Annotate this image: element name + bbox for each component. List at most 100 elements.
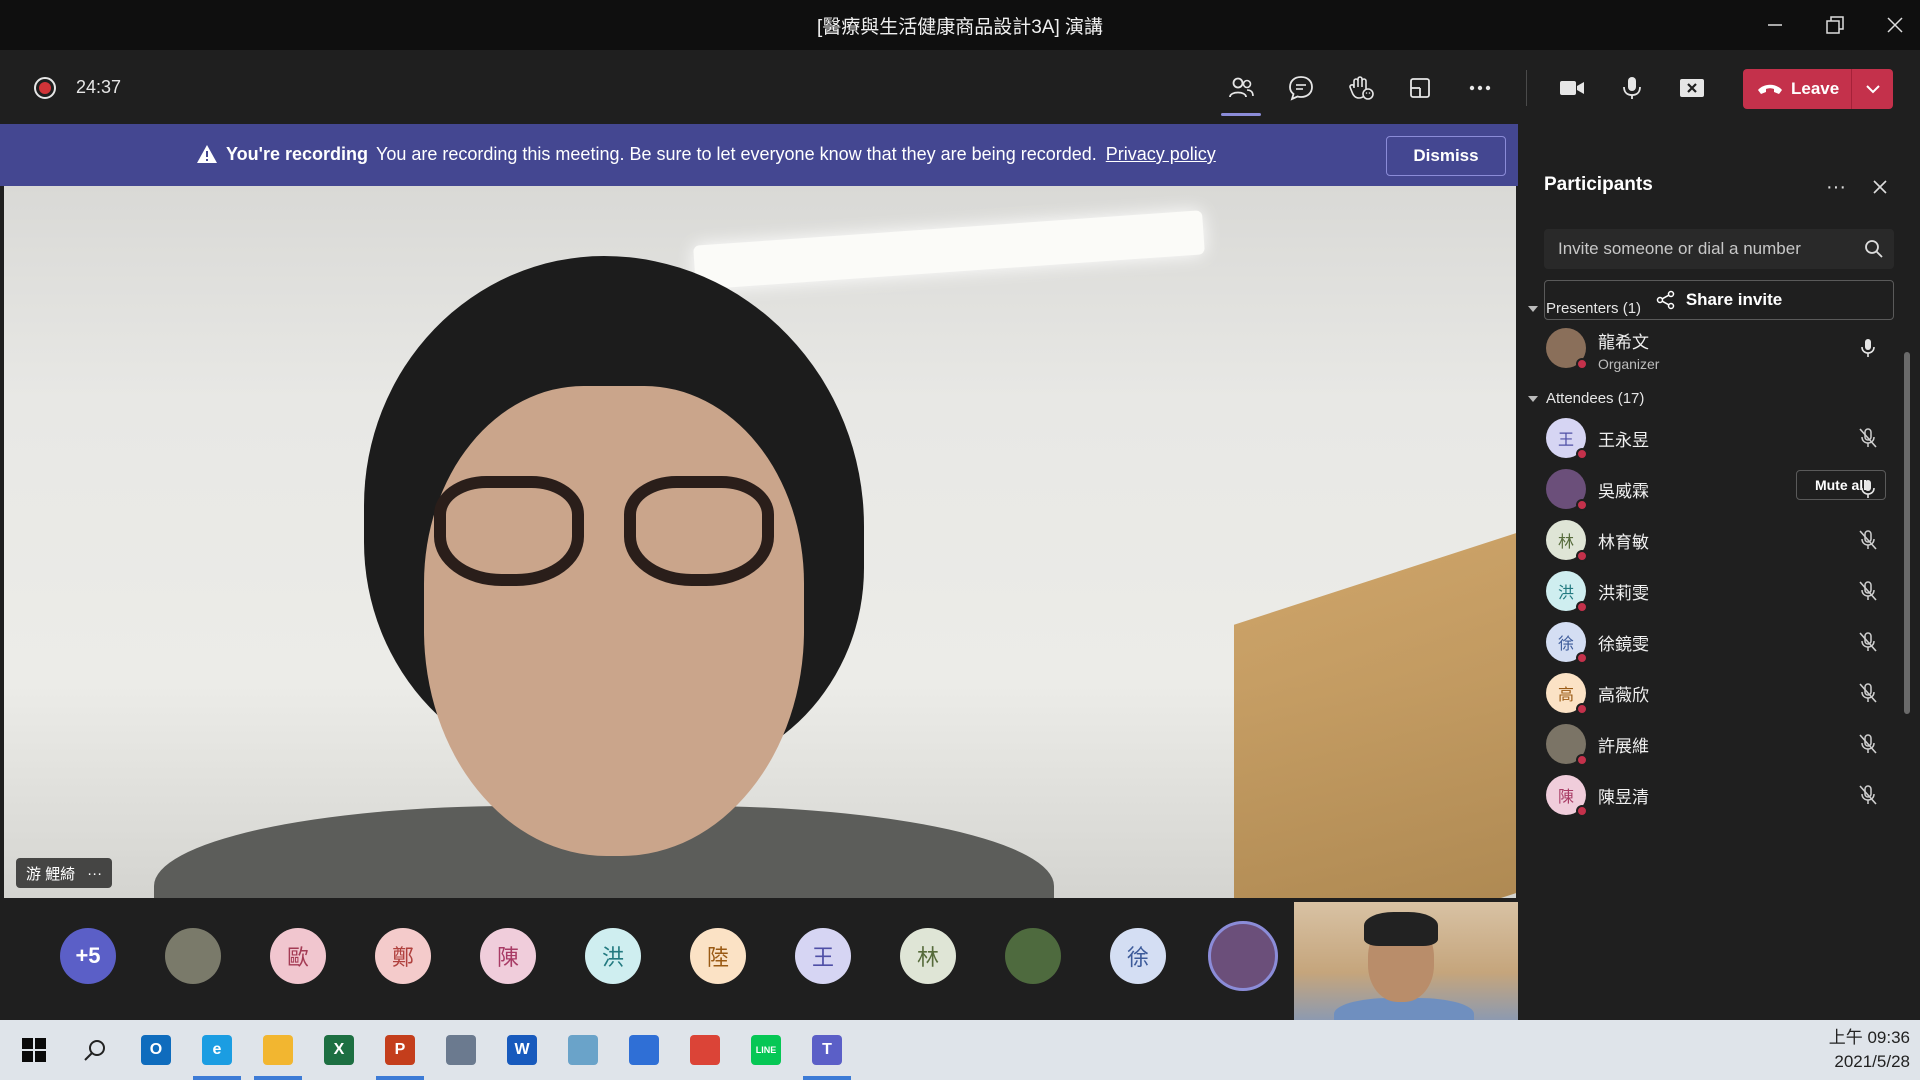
- participant-row[interactable]: 陳 陳昱清: [1518, 769, 1898, 819]
- microphone-muted-icon[interactable]: [1856, 630, 1880, 654]
- microphone-muted-icon[interactable]: [1856, 579, 1880, 603]
- status-badge: [1576, 703, 1588, 715]
- close-window-icon[interactable]: [1870, 0, 1920, 50]
- app-glyph: T: [812, 1035, 842, 1065]
- avatar: [1546, 469, 1588, 511]
- app-glyph: LINE: [751, 1035, 781, 1065]
- chevron-down-icon: [1528, 395, 1538, 402]
- microphone-icon[interactable]: [1610, 66, 1654, 110]
- attendees-header[interactable]: Attendees (17): [1528, 390, 1644, 407]
- search-icon[interactable]: [65, 1026, 125, 1074]
- camera-icon[interactable]: [1550, 66, 1594, 110]
- panel-close-icon[interactable]: [1862, 172, 1898, 202]
- gallery-avatar[interactable]: 鄭: [375, 928, 431, 984]
- gallery-avatar[interactable]: [1208, 921, 1278, 991]
- gallery-avatar[interactable]: 徐: [1110, 928, 1166, 984]
- avatar: [1546, 724, 1588, 766]
- gallery-avatar[interactable]: 陸: [690, 928, 746, 984]
- line-icon[interactable]: LINE: [736, 1026, 796, 1074]
- participant-row[interactable]: 徐 徐鏡雯: [1518, 616, 1898, 666]
- recording-text: You are recording this meeting. Be sure …: [375, 144, 1097, 164]
- participant-name: 龍希文: [1598, 333, 1649, 352]
- participant-row[interactable]: 洪 洪莉雯: [1518, 565, 1898, 615]
- minimize-icon[interactable]: [1750, 0, 1800, 50]
- dismiss-button[interactable]: Dismiss: [1386, 136, 1506, 176]
- media-player-icon[interactable]: [614, 1026, 674, 1074]
- self-video-preview[interactable]: [1294, 902, 1520, 1020]
- participant-row[interactable]: 吳威霖: [1518, 463, 1898, 513]
- powerpoint-icon[interactable]: P: [370, 1026, 430, 1080]
- file-explorer-icon[interactable]: [248, 1026, 308, 1080]
- status-badge: [1576, 448, 1588, 460]
- recording-indicator-icon: [34, 77, 56, 99]
- speaker-name: 游 鯉綺: [26, 865, 76, 883]
- hangup-icon: [1758, 84, 1782, 94]
- panel-scrollbar[interactable]: [1904, 352, 1910, 714]
- participant-row[interactable]: 高 高薇欣: [1518, 667, 1898, 717]
- restore-icon[interactable]: [1810, 0, 1860, 50]
- panel-more-icon[interactable]: ···: [1818, 172, 1854, 202]
- gallery-avatar[interactable]: 王: [795, 928, 851, 984]
- participant-name: 陳昱清: [1598, 788, 1649, 807]
- breakout-rooms-icon[interactable]: [1398, 66, 1442, 110]
- participant-row[interactable]: 王 王永昱: [1518, 412, 1898, 462]
- gallery-avatar[interactable]: 歐: [270, 928, 326, 984]
- microphone-muted-icon[interactable]: [1856, 783, 1880, 807]
- edge-icon[interactable]: e: [187, 1026, 247, 1080]
- speaker-name-tag[interactable]: 游 鯉綺 ···: [16, 858, 113, 888]
- recording-banner: You're recording You are recording this m…: [0, 124, 1518, 186]
- app-glyph: X: [324, 1035, 354, 1065]
- clock-date: 2021/5/28: [1834, 1052, 1910, 1071]
- ceiling-lamp: [693, 210, 1205, 290]
- windows-start-icon[interactable]: [4, 1026, 64, 1074]
- participant-role: Organizer: [1598, 356, 1660, 372]
- system-clock[interactable]: 上午 09:36 2021/5/28: [1800, 1026, 1910, 1074]
- share-screen-icon[interactable]: [1670, 66, 1714, 110]
- reactions-icon[interactable]: [1339, 66, 1383, 110]
- microphone-muted-icon[interactable]: [1856, 681, 1880, 705]
- self-hair: [1364, 912, 1438, 946]
- gallery-avatar[interactable]: [1005, 928, 1061, 984]
- chrome-icon[interactable]: [675, 1026, 735, 1074]
- presenters-label: Presenters (1): [1546, 300, 1642, 317]
- microphone-muted-icon[interactable]: [1856, 426, 1880, 450]
- participant-row[interactable]: 許展維: [1518, 718, 1898, 768]
- gallery-avatar[interactable]: [165, 928, 221, 984]
- invite-field[interactable]: [1544, 229, 1894, 269]
- snip-icon[interactable]: [553, 1026, 613, 1074]
- participants-icon[interactable]: [1219, 66, 1263, 116]
- participant-name: 許展維: [1598, 737, 1649, 756]
- leave-button[interactable]: Leave: [1743, 69, 1851, 109]
- gallery-avatar[interactable]: 洪: [585, 928, 641, 984]
- wall-panel: [1234, 527, 1516, 898]
- gallery-avatar[interactable]: +5: [60, 928, 116, 984]
- teams-icon[interactable]: T: [797, 1026, 857, 1080]
- chat-icon[interactable]: [1279, 66, 1323, 110]
- outlook-icon[interactable]: O: [126, 1026, 186, 1074]
- meeting-timer: 24:37: [76, 77, 122, 97]
- gallery-avatar[interactable]: 林: [900, 928, 956, 984]
- invite-input[interactable]: [1558, 239, 1848, 259]
- participant-row[interactable]: 林 林育敏: [1518, 514, 1898, 564]
- excel-icon[interactable]: X: [309, 1026, 369, 1074]
- word-icon[interactable]: W: [492, 1026, 552, 1074]
- presenters-header[interactable]: Presenters (1): [1528, 300, 1641, 317]
- microphone-muted-icon[interactable]: [1856, 732, 1880, 756]
- gallery-avatar[interactable]: 陳: [480, 928, 536, 984]
- microphone-muted-icon[interactable]: [1856, 528, 1880, 552]
- app-glyph: [263, 1035, 293, 1065]
- microphone-icon[interactable]: [1856, 336, 1880, 360]
- avatar: 王: [1546, 418, 1588, 460]
- search-icon[interactable]: [1864, 239, 1884, 259]
- participant-row[interactable]: 龍希文 Organizer: [1518, 322, 1898, 372]
- avatar-initial: 高: [1557, 687, 1574, 704]
- status-badge: [1576, 805, 1588, 817]
- microphone-icon[interactable]: [1856, 477, 1880, 501]
- leave-options-chevron-icon[interactable]: [1852, 69, 1893, 109]
- privacy-policy-link[interactable]: Privacy policy: [1106, 144, 1216, 164]
- speaker-more-icon[interactable]: ···: [87, 865, 102, 882]
- app-glyph: [690, 1035, 720, 1065]
- app-glyph: O: [141, 1035, 171, 1065]
- calculator-icon[interactable]: [431, 1026, 491, 1074]
- more-actions-icon[interactable]: [1458, 66, 1502, 110]
